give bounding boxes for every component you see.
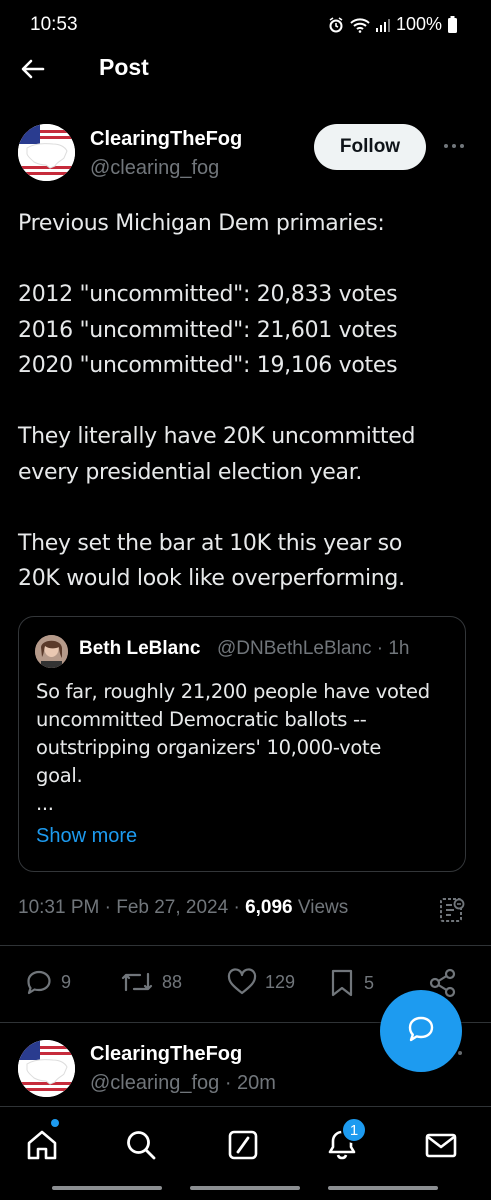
compose-reply-button[interactable] xyxy=(380,990,462,1072)
gesture-bar-left xyxy=(52,1186,162,1190)
home-icon xyxy=(25,1128,59,1167)
post-line: They set the bar at 10K this year so xyxy=(18,530,402,556)
post-meta: 10:31 PM · Feb 27, 2024 · 6,096 Views xyxy=(18,897,348,919)
nav-home[interactable] xyxy=(22,1127,62,1167)
like-action[interactable]: 129 xyxy=(227,968,295,996)
author-avatar[interactable] xyxy=(18,124,75,181)
search-icon xyxy=(124,1128,158,1167)
alarm-icon xyxy=(328,16,344,33)
grok-icon xyxy=(226,1128,260,1167)
status-bar: 10:53 100% xyxy=(0,0,491,48)
back-arrow-icon[interactable] xyxy=(18,54,48,84)
quote-line: uncommitted Democratic ballots -- xyxy=(36,708,367,731)
reply-author-avatar[interactable] xyxy=(18,1040,75,1097)
reply-count: 9 xyxy=(61,971,72,992)
reply-author-handle-time[interactable]: @clearing_fog · 20m xyxy=(90,1072,276,1095)
quote-text: So far, roughly 21,200 people have voted… xyxy=(36,678,456,818)
wifi-icon xyxy=(350,17,370,33)
notifications-badge: 1 xyxy=(341,1117,367,1143)
heart-icon xyxy=(227,968,257,996)
post-line: Previous Michigan Dem primaries: xyxy=(18,211,385,236)
quote-author-name: Beth LeBlanc xyxy=(79,638,201,659)
post-line: 2012 "uncommitted": 20,833 votes xyxy=(18,282,398,307)
signal-icon xyxy=(375,18,390,32)
bookmark-icon xyxy=(328,968,356,998)
views-count: 6,096 xyxy=(245,897,293,918)
nav-messages[interactable] xyxy=(421,1127,461,1167)
quoted-post-card[interactable]: Beth LeBlanc @DNBethLeBlanc · 1h So far,… xyxy=(18,616,466,872)
divider xyxy=(0,945,491,946)
post-line: 2020 "uncommitted": 19,106 votes xyxy=(18,353,398,378)
post-line xyxy=(18,242,478,278)
analytics-icon[interactable] xyxy=(438,896,466,924)
author-handle[interactable]: @clearing_fog xyxy=(90,157,219,180)
author-name[interactable]: ClearingTheFog xyxy=(90,128,242,151)
bookmark-action[interactable]: 5 xyxy=(328,968,374,998)
post-line xyxy=(18,384,478,420)
repost-action[interactable]: 88 xyxy=(120,968,182,996)
bookmark-count: 5 xyxy=(364,972,375,993)
show-more-link[interactable]: Show more xyxy=(36,825,137,848)
post-text: Previous Michigan Dem primaries: 2012 "u… xyxy=(18,206,478,597)
chat-bubble-icon xyxy=(404,1012,438,1051)
reply-author-name[interactable]: ClearingTheFog xyxy=(90,1043,242,1066)
quote-author-avatar xyxy=(35,635,68,668)
status-icons: 100% xyxy=(328,14,457,35)
mail-icon xyxy=(424,1128,458,1167)
post-line xyxy=(18,490,478,526)
nav-grok[interactable] xyxy=(223,1127,263,1167)
repost-count: 88 xyxy=(162,971,183,992)
quote-line: So far, roughly 21,200 people have voted xyxy=(36,680,430,703)
repost-icon xyxy=(120,968,154,996)
views-label: Views xyxy=(292,897,349,918)
post-timestamp: 10:31 PM · Feb 27, 2024 · xyxy=(18,897,246,918)
gesture-bar-center xyxy=(190,1186,300,1190)
like-count: 129 xyxy=(265,971,296,992)
quote-line: outstripping organizers' 10,000-vote xyxy=(36,736,382,759)
battery-text: 100% xyxy=(395,14,442,34)
quote-author-handle-time: @DNBethLeBlanc · 1h xyxy=(217,638,410,659)
status-time: 10:53 xyxy=(30,14,78,35)
post-line: 2016 "uncommitted": 21,601 votes xyxy=(18,317,398,343)
top-bar: Post xyxy=(0,48,491,90)
page-title: Post xyxy=(99,54,149,80)
more-options-icon[interactable] xyxy=(440,132,468,160)
quote-line: ... xyxy=(36,792,54,815)
gesture-bar-right xyxy=(328,1186,438,1190)
post-line: every presidential election year. xyxy=(18,459,363,485)
battery-icon xyxy=(448,16,457,33)
post-line: They literally have 20K uncommitted xyxy=(18,424,416,449)
follow-button[interactable]: Follow xyxy=(314,124,426,170)
post-line: 20K would look like overperforming. xyxy=(18,566,405,591)
home-unread-dot xyxy=(51,1119,59,1127)
reply-icon xyxy=(25,968,53,996)
reply-action[interactable]: 9 xyxy=(25,968,71,996)
nav-search[interactable] xyxy=(121,1127,161,1167)
quote-line: goal. xyxy=(36,764,83,787)
